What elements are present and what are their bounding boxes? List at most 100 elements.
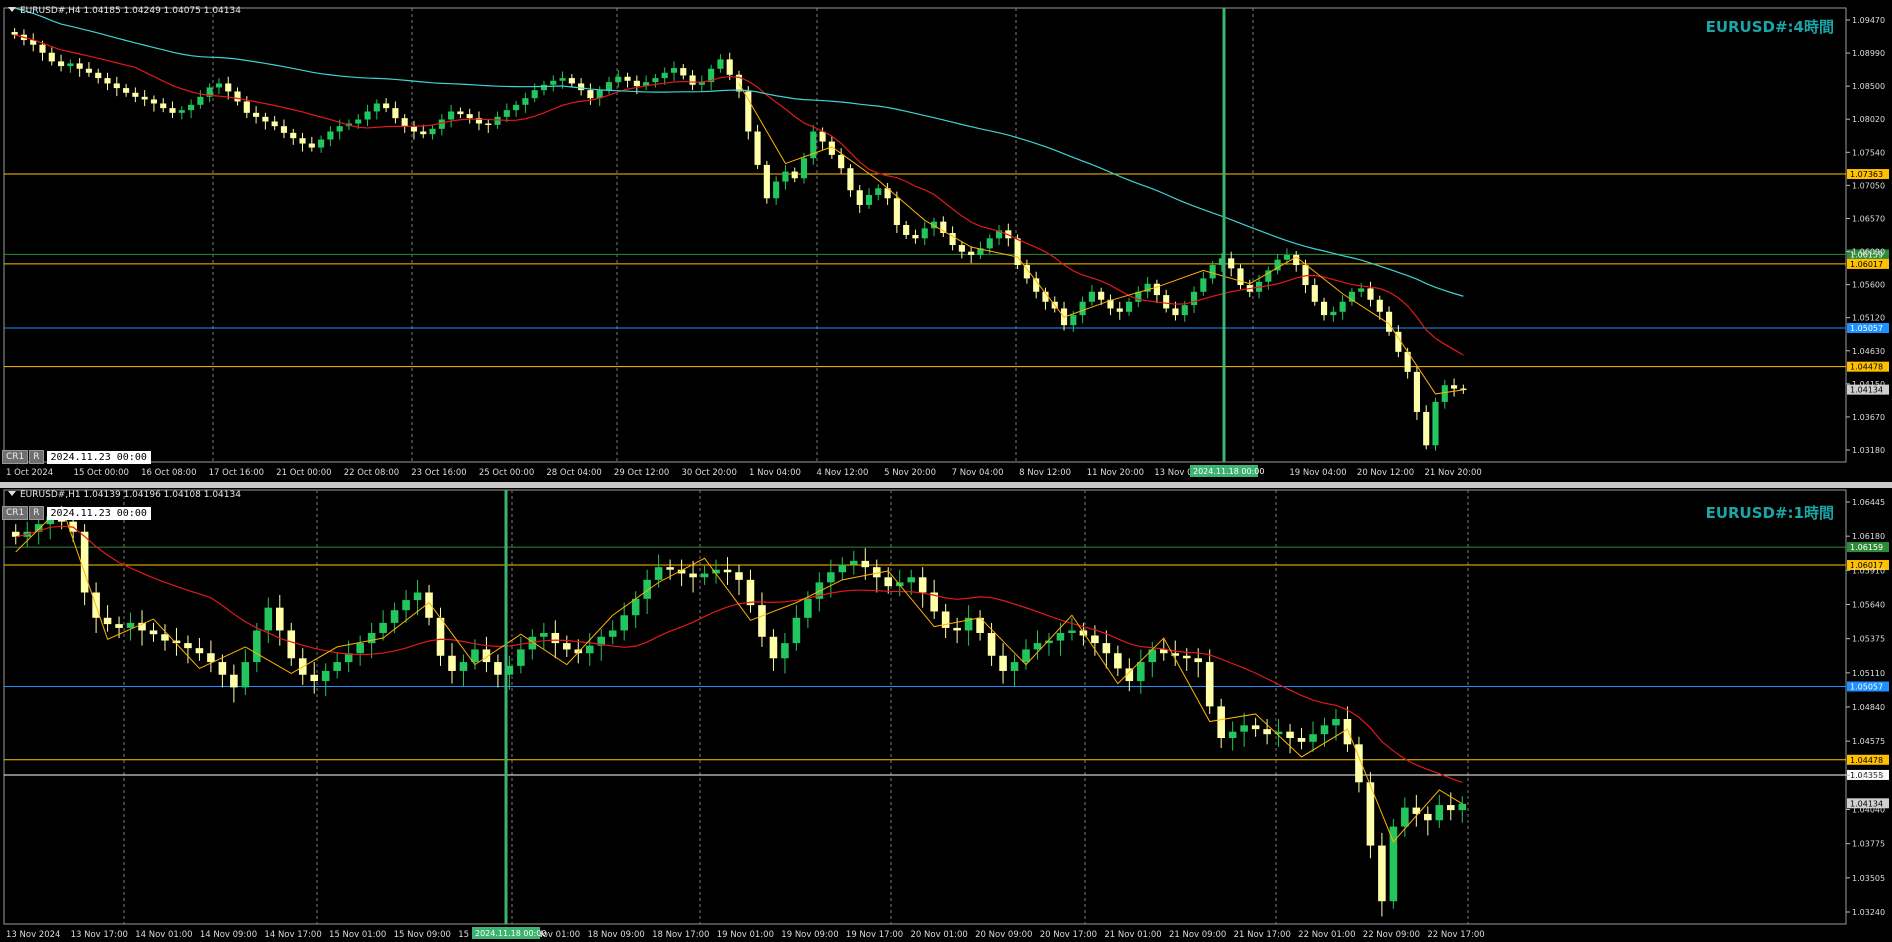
candle-body[interactable] <box>1068 630 1076 633</box>
candle-body[interactable] <box>838 564 847 573</box>
candle-body[interactable] <box>355 119 362 124</box>
moving-average-cyan[interactable] <box>14 7 1464 297</box>
candle-body[interactable] <box>1228 258 1235 269</box>
candle-body[interactable] <box>321 670 330 682</box>
candle-body[interactable] <box>563 643 571 650</box>
candle-body[interactable] <box>234 91 241 102</box>
candle-body[interactable] <box>791 171 798 179</box>
candle-body[interactable] <box>253 112 260 117</box>
candle-body[interactable] <box>115 624 123 628</box>
h1-r-button[interactable]: R <box>29 506 44 520</box>
candle-body[interactable] <box>1070 315 1077 326</box>
candle-body[interactable] <box>1098 291 1105 300</box>
candle-body[interactable] <box>1014 238 1021 266</box>
candle-body[interactable] <box>76 63 83 69</box>
candle-body[interactable] <box>1209 265 1216 279</box>
candle-body[interactable] <box>327 131 334 140</box>
candle-body[interactable] <box>827 572 835 583</box>
candle-body[interactable] <box>1435 805 1444 821</box>
candle-body[interactable] <box>615 76 622 83</box>
candle-body[interactable] <box>746 579 755 606</box>
h4-datetime-field[interactable]: 2024.11.23 00:00 <box>46 450 151 464</box>
candle-body[interactable] <box>1385 311 1393 332</box>
candle-body[interactable] <box>207 653 215 663</box>
candle-body[interactable] <box>517 649 525 666</box>
candle-body[interactable] <box>540 632 548 637</box>
candle-body[interactable] <box>243 101 250 113</box>
candle-body[interactable] <box>999 655 1007 671</box>
candle-body[interactable] <box>390 610 399 623</box>
h1-datetime-field[interactable]: 2024.11.23 00:00 <box>46 506 151 520</box>
candle-body[interactable] <box>113 83 120 89</box>
zigzag-indicator[interactable] <box>738 83 1464 395</box>
candle-body[interactable] <box>1330 311 1337 316</box>
candle-body[interactable] <box>1088 291 1095 302</box>
candle-body[interactable] <box>333 662 341 671</box>
candle-body[interactable] <box>513 104 520 111</box>
candle-body[interactable] <box>1240 725 1248 732</box>
candle-body[interactable] <box>1413 371 1420 412</box>
candle-body[interactable] <box>1125 301 1133 312</box>
candle-body[interactable] <box>792 617 801 644</box>
candle-body[interactable] <box>559 78 566 81</box>
candle-body[interactable] <box>661 72 668 79</box>
candle-body[interactable] <box>230 674 238 688</box>
candle-body[interactable] <box>58 61 65 67</box>
candle-body[interactable] <box>80 531 89 593</box>
candle-body[interactable] <box>987 632 996 656</box>
candle-body[interactable] <box>271 121 278 127</box>
candle-body[interactable] <box>401 118 408 127</box>
candle-body[interactable] <box>1228 731 1237 738</box>
candle-body[interactable] <box>1339 301 1346 312</box>
candle-body[interactable] <box>958 245 965 252</box>
candle-body[interactable] <box>819 131 826 142</box>
candle-body[interactable] <box>918 577 927 593</box>
candle-body[interactable] <box>280 126 288 133</box>
candle-body[interactable] <box>624 76 631 81</box>
candle-body[interactable] <box>700 573 709 578</box>
candle-body[interactable] <box>666 567 674 570</box>
candle-body[interactable] <box>1217 706 1225 738</box>
candle-body[interactable] <box>1205 662 1214 707</box>
candle-body[interactable] <box>670 68 678 73</box>
candle-body[interactable] <box>968 251 975 256</box>
candle-body[interactable] <box>903 224 910 235</box>
candle-body[interactable] <box>1286 731 1294 738</box>
candle-body[interactable] <box>95 72 102 79</box>
candle-body[interactable] <box>865 194 873 205</box>
candle-body[interactable] <box>652 78 659 83</box>
candle-body[interactable] <box>850 560 858 565</box>
candle-body[interactable] <box>856 190 863 205</box>
candle-body[interactable] <box>1320 301 1328 316</box>
candle-body[interactable] <box>290 132 297 139</box>
collapse-triangle-icon[interactable] <box>8 7 16 12</box>
h4-chart-canvas[interactable]: 1.073631.061591.060171.050571.044781.094… <box>0 0 1892 482</box>
candle-body[interactable] <box>356 643 364 654</box>
candle-body[interactable] <box>67 63 74 67</box>
h4-r-button[interactable]: R <box>29 450 44 464</box>
candle-body[interactable] <box>308 143 315 148</box>
candle-body[interactable] <box>578 83 585 91</box>
candle-body[interactable] <box>522 98 529 105</box>
candle-body[interactable] <box>438 119 445 129</box>
candle-body[interactable] <box>680 68 687 76</box>
candle-body[interactable] <box>875 188 882 195</box>
candle-body[interactable] <box>466 114 473 119</box>
candle-body[interactable] <box>336 126 343 132</box>
candle-body[interactable] <box>654 567 663 580</box>
candle-body[interactable] <box>150 99 158 104</box>
candle-body[interactable] <box>717 59 724 69</box>
candle-body[interactable] <box>1358 288 1365 292</box>
candle-body[interactable] <box>383 103 390 109</box>
candle-body[interactable] <box>149 630 158 635</box>
candle-body[interactable] <box>620 615 628 631</box>
candle-body[interactable] <box>1148 649 1157 663</box>
candle-body[interactable] <box>262 116 269 122</box>
candle-body[interactable] <box>218 662 227 675</box>
h4-chart-panel[interactable]: 1.07363 1.06159 1.06017 1.05057 1.04478 1.094… <box>0 0 1892 482</box>
candle-body[interactable] <box>1153 283 1160 296</box>
candle-body[interactable] <box>1401 807 1409 827</box>
candle-body[interactable] <box>429 128 436 135</box>
candle-body[interactable] <box>132 92 139 97</box>
candle-body[interactable] <box>585 645 594 654</box>
